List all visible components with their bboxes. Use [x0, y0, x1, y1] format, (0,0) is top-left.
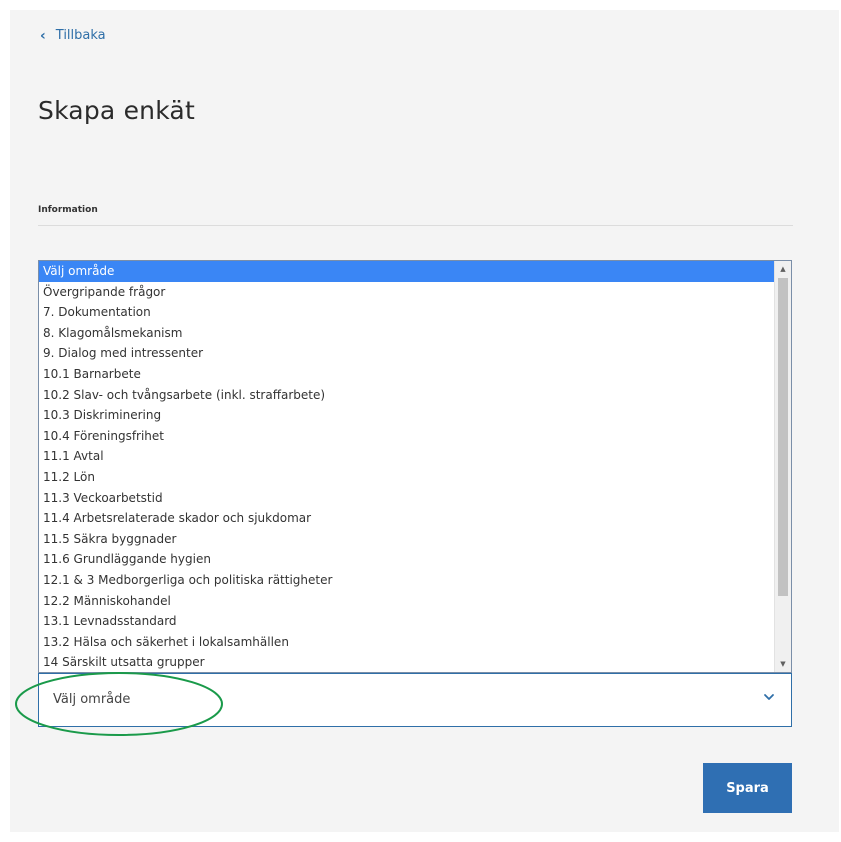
area-option[interactable]: 10.1 Barnarbete — [39, 364, 775, 385]
scroll-up-arrow-icon[interactable]: ▲ — [775, 261, 791, 277]
back-link[interactable]: ‹ Tillbaka — [40, 28, 106, 43]
page-title: Skapa enkät — [38, 96, 195, 125]
area-option[interactable]: 12.1 & 3 Medborgerliga och politiska rät… — [39, 570, 775, 591]
area-option[interactable]: 10.3 Diskriminering — [39, 405, 775, 426]
scroll-thumb[interactable] — [778, 278, 788, 596]
area-options: Välj område Övergripande frågor 7. Dokumen… — [39, 261, 775, 672]
scroll-down-arrow-icon[interactable]: ▼ — [775, 656, 791, 672]
section-divider — [38, 225, 793, 226]
area-option[interactable]: 10.4 Föreningsfrihet — [39, 426, 775, 447]
area-option[interactable]: 11.6 Grundläggande hygien — [39, 549, 775, 570]
area-option[interactable]: Övergripande frågor — [39, 282, 775, 303]
area-option[interactable]: 13.1 Levnadsstandard — [39, 611, 775, 632]
back-link-label: Tillbaka — [55, 28, 106, 43]
survey-page: ‹ Tillbaka Skapa enkät Information Välj … — [10, 10, 839, 832]
area-option[interactable]: 11.5 Säkra byggnader — [39, 529, 775, 550]
area-option[interactable]: 13.2 Hälsa och säkerhet i lokalsamhällen — [39, 632, 775, 653]
section-label: Information — [38, 205, 98, 215]
area-select-value: Välj område — [53, 692, 131, 707]
area-option[interactable]: 11.2 Lön — [39, 467, 775, 488]
area-option[interactable]: 10.2 Slav- och tvångsarbete (inkl. straf… — [39, 385, 775, 406]
chevron-left-icon: ‹ — [40, 27, 46, 44]
area-option[interactable]: 11.3 Veckoarbetstid — [39, 488, 775, 509]
area-option[interactable]: 11.1 Avtal — [39, 446, 775, 467]
area-select[interactable]: Välj område — [38, 673, 792, 727]
area-options-list[interactable]: Välj område Övergripande frågor 7. Dokumen… — [38, 260, 792, 673]
list-scrollbar[interactable]: ▲ ▼ — [774, 261, 791, 672]
area-option[interactable]: 7. Dokumentation — [39, 302, 775, 323]
area-option[interactable]: 11.4 Arbetsrelaterade skador och sjukdom… — [39, 508, 775, 529]
area-option[interactable]: 14 Särskilt utsatta grupper — [39, 652, 775, 672]
save-button[interactable]: Spara — [703, 763, 792, 813]
area-option[interactable]: 9. Dialog med intressenter — [39, 343, 775, 364]
chevron-down-icon — [764, 694, 774, 700]
area-option[interactable]: 12.2 Människohandel — [39, 591, 775, 612]
area-option[interactable]: 8. Klagomålsmekanism — [39, 323, 775, 344]
area-option[interactable]: Välj område — [39, 261, 775, 282]
